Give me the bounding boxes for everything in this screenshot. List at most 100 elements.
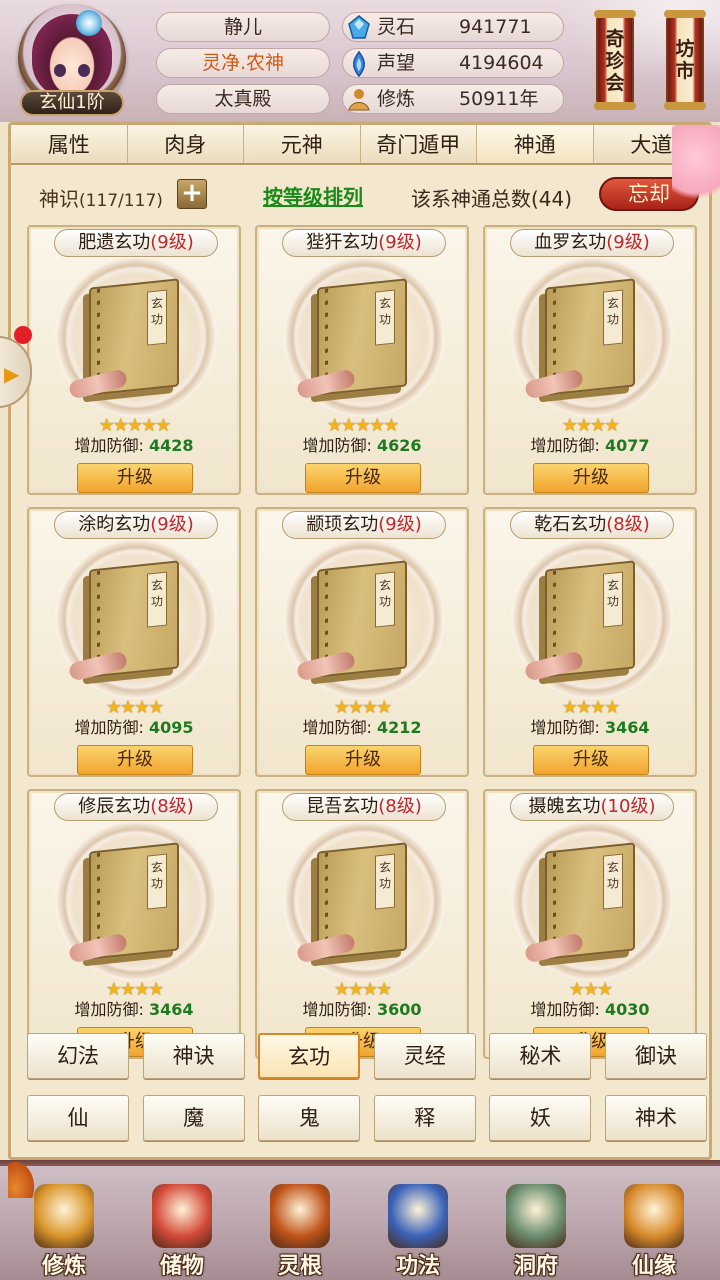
skill-card[interactable]: 涂昀玄功(9级) 玄功 ★★★★ 增加防御: 4095 升级 bbox=[27, 507, 241, 777]
category-button[interactable]: 灵经 bbox=[373, 1033, 476, 1079]
book-label: 玄功 bbox=[603, 289, 623, 346]
bonus-value: 4428 bbox=[148, 436, 194, 455]
tab-body[interactable]: 肉身 bbox=[127, 125, 244, 163]
book-label: 玄功 bbox=[147, 571, 167, 628]
skill-name: 摄魄玄功(10级) bbox=[510, 793, 674, 821]
nav-item[interactable]: 仙缘 bbox=[604, 1174, 704, 1280]
skill-bonus: 增加防御: 4428 bbox=[29, 435, 239, 457]
skill-card[interactable]: 颛顼玄功(9级) 玄功 ★★★★ 增加防御: 4212 升级 bbox=[255, 507, 469, 777]
treasure-auction-button[interactable]: 奇珍会 bbox=[594, 10, 636, 110]
skill-name-text: 颛顼玄功 bbox=[306, 514, 379, 535]
category-button[interactable]: 仙 bbox=[27, 1095, 129, 1141]
upgrade-button[interactable]: 升级 bbox=[77, 463, 193, 493]
category-button[interactable]: 御诀 bbox=[604, 1033, 707, 1079]
category-button[interactable]: 妖 bbox=[489, 1095, 592, 1141]
cultivate-icon bbox=[34, 1184, 94, 1248]
reputation-icon bbox=[353, 50, 365, 78]
category-button[interactable]: 魔 bbox=[142, 1095, 245, 1141]
skill-name: 昆吾玄功(8级) bbox=[282, 793, 446, 821]
star-rating: ★★★★ bbox=[105, 979, 165, 1000]
tab-divine-arts[interactable]: 神通 bbox=[477, 125, 594, 163]
treasure-auction-label: 奇珍会 bbox=[605, 28, 625, 94]
gourd-icon bbox=[624, 1184, 684, 1248]
bonus-label: 增加防御: bbox=[530, 1000, 600, 1019]
skill-name: 颛顼玄功(9级) bbox=[282, 511, 446, 539]
category-button[interactable]: 神诀 bbox=[142, 1033, 245, 1079]
skill-book-icon: 玄功 bbox=[55, 257, 217, 417]
nav-item[interactable]: 洞府 bbox=[486, 1174, 586, 1280]
bonus-value: 3600 bbox=[376, 1000, 422, 1019]
tab-formation[interactable]: 奇门遁甲 bbox=[360, 125, 477, 163]
spirit-stone-icon bbox=[348, 15, 370, 39]
skill-name: 涂昀玄功(9级) bbox=[54, 511, 218, 539]
bonus-label: 增加防御: bbox=[530, 436, 600, 455]
skill-book-icon: 玄功 bbox=[55, 539, 217, 699]
upgrade-button[interactable]: 升级 bbox=[533, 745, 649, 775]
bonus-value: 3464 bbox=[148, 1000, 194, 1019]
stat-spirit-stone: 灵石 941771 bbox=[342, 12, 564, 42]
skills-toolbar: 神识(117/117) + 按等级排列 该系神通总数(44) 忘却 bbox=[11, 169, 709, 223]
divine-sense-value: (117/117) bbox=[79, 191, 163, 211]
skill-level: (10级) bbox=[600, 796, 656, 817]
add-divine-sense-button[interactable]: + bbox=[177, 179, 207, 209]
stat-label: 灵石 bbox=[377, 16, 416, 38]
star-rating: ★★★★ bbox=[105, 697, 165, 718]
nav-label: 功法 bbox=[395, 1254, 440, 1279]
upgrade-button[interactable]: 升级 bbox=[305, 463, 421, 493]
skill-name-text: 乾石玄功 bbox=[534, 514, 607, 535]
tab-attributes[interactable]: 属性 bbox=[11, 125, 128, 163]
market-button[interactable]: 坊市 bbox=[664, 10, 706, 110]
skill-card[interactable]: 狴犴玄功(9级) 玄功 ★★★★★ 增加防御: 4626 升级 bbox=[255, 225, 469, 495]
category-button[interactable]: 秘术 bbox=[489, 1033, 592, 1079]
category-button[interactable]: 神术 bbox=[604, 1095, 707, 1141]
skill-card[interactable]: 肥遗玄功(9级) 玄功 ★★★★★ 增加防御: 4428 升级 bbox=[27, 225, 241, 495]
skill-card[interactable]: 修辰玄功(8级) 玄功 ★★★★ 增加防御: 3464 升级 bbox=[27, 789, 241, 1059]
skill-name: 血罗玄功(9级) bbox=[510, 229, 674, 257]
skill-level: (9级) bbox=[378, 232, 422, 253]
category-button[interactable]: 释 bbox=[373, 1095, 476, 1141]
skill-book-icon: 玄功 bbox=[283, 257, 445, 417]
skill-faction-row: 仙魔鬼释妖神术 bbox=[27, 1095, 707, 1143]
skill-level: (8级) bbox=[378, 796, 422, 817]
skill-level: (9级) bbox=[150, 232, 194, 253]
spirit-root-icon bbox=[270, 1184, 330, 1248]
skill-card[interactable]: 乾石玄功(8级) 玄功 ★★★★ 增加防御: 3464 升级 bbox=[483, 507, 697, 777]
divine-sense-label: 神识(117/117) bbox=[39, 183, 163, 212]
bonus-label: 增加防御: bbox=[74, 436, 144, 455]
skill-book-icon: 玄功 bbox=[511, 257, 673, 417]
category-button[interactable]: 幻法 bbox=[27, 1033, 129, 1079]
book-label: 玄功 bbox=[147, 853, 167, 910]
nav-label: 仙缘 bbox=[631, 1254, 676, 1279]
player-title: 灵净.农神 bbox=[156, 48, 330, 78]
nav-label: 修炼 bbox=[41, 1254, 86, 1279]
nav-item[interactable]: 灵根 bbox=[250, 1174, 350, 1280]
star-rating: ★★★★ bbox=[561, 415, 621, 436]
category-button[interactable]: 鬼 bbox=[258, 1095, 361, 1141]
skill-card[interactable]: 昆吾玄功(8级) 玄功 ★★★★ 增加防御: 3600 升级 bbox=[255, 789, 469, 1059]
skill-card[interactable]: 血罗玄功(9级) 玄功 ★★★★ 增加防御: 4077 升级 bbox=[483, 225, 697, 495]
skill-book-icon: 玄功 bbox=[283, 821, 445, 981]
tab-bar: 属性 肉身 元神 奇门遁甲 神通 大道 bbox=[11, 125, 709, 165]
sort-by-level-link[interactable]: 按等级排列 bbox=[263, 181, 363, 210]
nav-item[interactable]: 功法 bbox=[368, 1174, 468, 1280]
upgrade-button[interactable]: 升级 bbox=[77, 745, 193, 775]
book-label: 玄功 bbox=[603, 571, 623, 628]
skill-bonus: 增加防御: 4095 bbox=[29, 717, 239, 739]
upgrade-button[interactable]: 升级 bbox=[533, 463, 649, 493]
upgrade-button[interactable]: 升级 bbox=[305, 745, 421, 775]
skill-level: (9级) bbox=[378, 514, 422, 535]
skill-book-icon: 玄功 bbox=[511, 539, 673, 699]
skill-name: 乾石玄功(8级) bbox=[510, 511, 674, 539]
player-name: 静儿 bbox=[156, 12, 330, 42]
skill-name: 肥遗玄功(9级) bbox=[54, 229, 218, 257]
tab-spirit[interactable]: 元神 bbox=[244, 125, 361, 163]
skill-name-text: 血罗玄功 bbox=[534, 232, 607, 253]
category-button[interactable]: 玄功 bbox=[258, 1033, 361, 1079]
skill-card[interactable]: 摄魄玄功(10级)玄功★★★增加防御: 4030升级 bbox=[483, 789, 697, 1059]
skill-name-text: 修辰玄功 bbox=[78, 796, 151, 817]
star-rating: ★★★★ bbox=[333, 979, 393, 1000]
avatar-eye-icon bbox=[78, 64, 90, 77]
skill-name: 狴犴玄功(9级) bbox=[282, 229, 446, 257]
nav-item[interactable]: 储物 bbox=[132, 1174, 232, 1280]
bonus-value: 4626 bbox=[376, 436, 422, 455]
